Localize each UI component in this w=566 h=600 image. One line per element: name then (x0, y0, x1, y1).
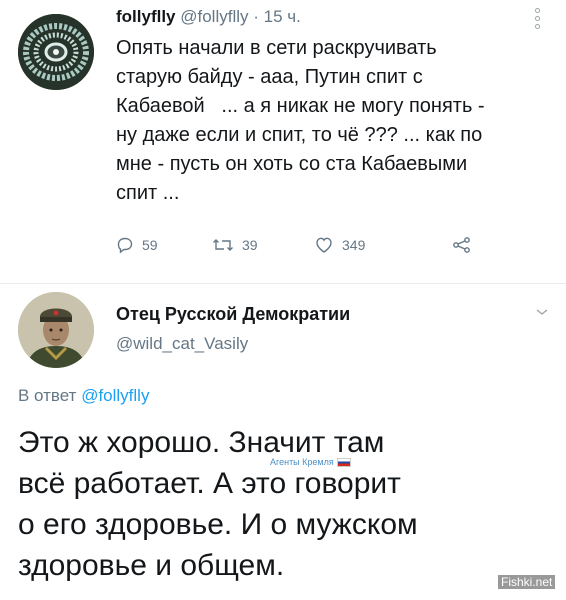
like-icon (316, 237, 332, 253)
avatar-follyflly[interactable] (18, 14, 94, 90)
tweet-1-text: Опять начали в сети раскручивать старую … (116, 37, 485, 204)
tweet-2: Отец Русской Демократии @wild_cat_Vasily… (0, 284, 566, 600)
display-name[interactable]: Отец Русской Демократии (116, 304, 350, 325)
chevron-down-icon[interactable] (535, 304, 549, 322)
reply-icon (117, 237, 133, 254)
like-button[interactable]: 349 (314, 236, 365, 254)
russian-flag-icon (336, 457, 351, 467)
display-name[interactable]: follyflly (116, 7, 176, 26)
share-icon (453, 237, 470, 253)
reply-button[interactable]: 59 (116, 236, 158, 254)
more-dots-icon[interactable] (534, 8, 542, 32)
reply-to-link[interactable]: @follyflly (81, 386, 149, 405)
retweet-icon (213, 239, 233, 251)
timestamp[interactable]: 15 ч. (264, 7, 301, 26)
agents-watermark: Агенты Кремля (270, 457, 351, 467)
tweet-1: follyflly @follyflly · 15 ч. Опять начал… (0, 0, 566, 278)
reply-prefix: В ответ (18, 386, 77, 405)
site-watermark: Fishki.net (498, 575, 556, 589)
handle[interactable]: @wild_cat_Vasily (116, 334, 248, 354)
separator: · (253, 7, 259, 26)
tweet-1-actions: 59 39 349 (116, 236, 496, 260)
retweet-button[interactable]: 39 (212, 236, 258, 254)
reply-count: 59 (142, 237, 158, 253)
tweet-2-text: Это ж хорошо. Значит там всё работает. А… (18, 426, 418, 582)
reply-context: В ответ @follyflly (18, 386, 149, 406)
agents-watermark-text: Агенты Кремля (270, 457, 334, 467)
avatar-wild-cat-vasily[interactable] (18, 292, 94, 368)
share-button[interactable] (452, 236, 480, 254)
handle[interactable]: @follyflly (180, 7, 248, 26)
tweet-1-header: follyflly @follyflly · 15 ч. (116, 7, 301, 27)
like-count: 349 (342, 237, 366, 253)
retweet-count: 39 (242, 237, 258, 253)
